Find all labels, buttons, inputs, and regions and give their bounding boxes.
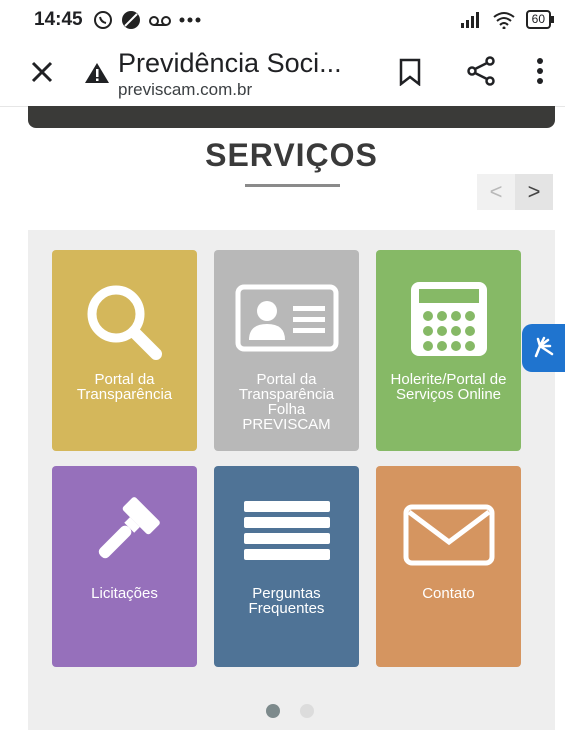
- carousel-next-button[interactable]: >: [515, 174, 553, 210]
- tile-label: Perguntas Frequentes: [248, 585, 325, 617]
- system-icons: 60: [460, 10, 555, 29]
- notification-icons: [93, 10, 201, 30]
- carousel-arrows: < >: [477, 174, 553, 210]
- bookmark-icon[interactable]: [398, 58, 422, 86]
- page-title[interactable]: Previdência Soci...: [118, 48, 342, 79]
- header-banner: [28, 106, 555, 128]
- tile-label: Portal da Transparência: [76, 371, 173, 403]
- sign-language-icon: [534, 336, 553, 358]
- tile-portal-folha[interactable]: Portal da Transparência Folha PREVISCAM: [214, 250, 359, 451]
- close-icon[interactable]: [28, 58, 56, 86]
- search-icon: [52, 282, 197, 362]
- page-url[interactable]: previscam.com.br: [118, 80, 252, 100]
- accessibility-button[interactable]: [522, 324, 565, 372]
- tile-holerite[interactable]: Holerite/Portal de Serviços Online: [376, 250, 521, 451]
- list-icon: [214, 499, 359, 561]
- carousel-pagination: [266, 704, 314, 718]
- battery-icon: 60: [525, 10, 555, 29]
- tile-portal-transparencia[interactable]: Portal da Transparência: [52, 250, 197, 451]
- whatsapp-icon: [94, 11, 112, 29]
- tile-perguntas-frequentes[interactable]: Perguntas Frequentes: [214, 466, 359, 667]
- tile-label: Holerite/Portal de Serviços Online: [390, 371, 507, 403]
- carousel-dot-2[interactable]: [300, 704, 314, 718]
- more-notifications-icon: [179, 17, 201, 23]
- status-time: 14:45: [34, 9, 83, 30]
- tile-contato[interactable]: Contato: [376, 466, 521, 667]
- tile-label: Contato: [422, 585, 475, 602]
- carousel-dot-1[interactable]: [266, 704, 280, 718]
- title-underline: [245, 184, 340, 187]
- wifi-icon: [493, 11, 515, 29]
- warning-icon[interactable]: [84, 62, 110, 84]
- tile-label: Portal da Transparência Folha PREVISCAM: [238, 371, 335, 433]
- tile-licitacoes[interactable]: Licitações: [52, 466, 197, 667]
- more-options-icon[interactable]: [536, 58, 544, 84]
- id-card-icon: [214, 284, 359, 352]
- voicemail-icon: [149, 16, 171, 26]
- envelope-icon: [376, 504, 521, 566]
- status-bar: 14:45 60: [0, 0, 565, 40]
- calculator-icon: [376, 280, 521, 358]
- section-title: SERVIÇOS: [205, 137, 378, 173]
- signal-icon: [460, 11, 479, 28]
- carousel-prev-button[interactable]: <: [477, 174, 515, 210]
- tile-label: Licitações: [91, 585, 158, 602]
- browser-toolbar: Previdência Soci... previscam.com.br: [0, 40, 565, 107]
- gavel-icon: [52, 496, 197, 568]
- data-saver-icon: [122, 11, 140, 29]
- share-icon[interactable]: [466, 56, 496, 86]
